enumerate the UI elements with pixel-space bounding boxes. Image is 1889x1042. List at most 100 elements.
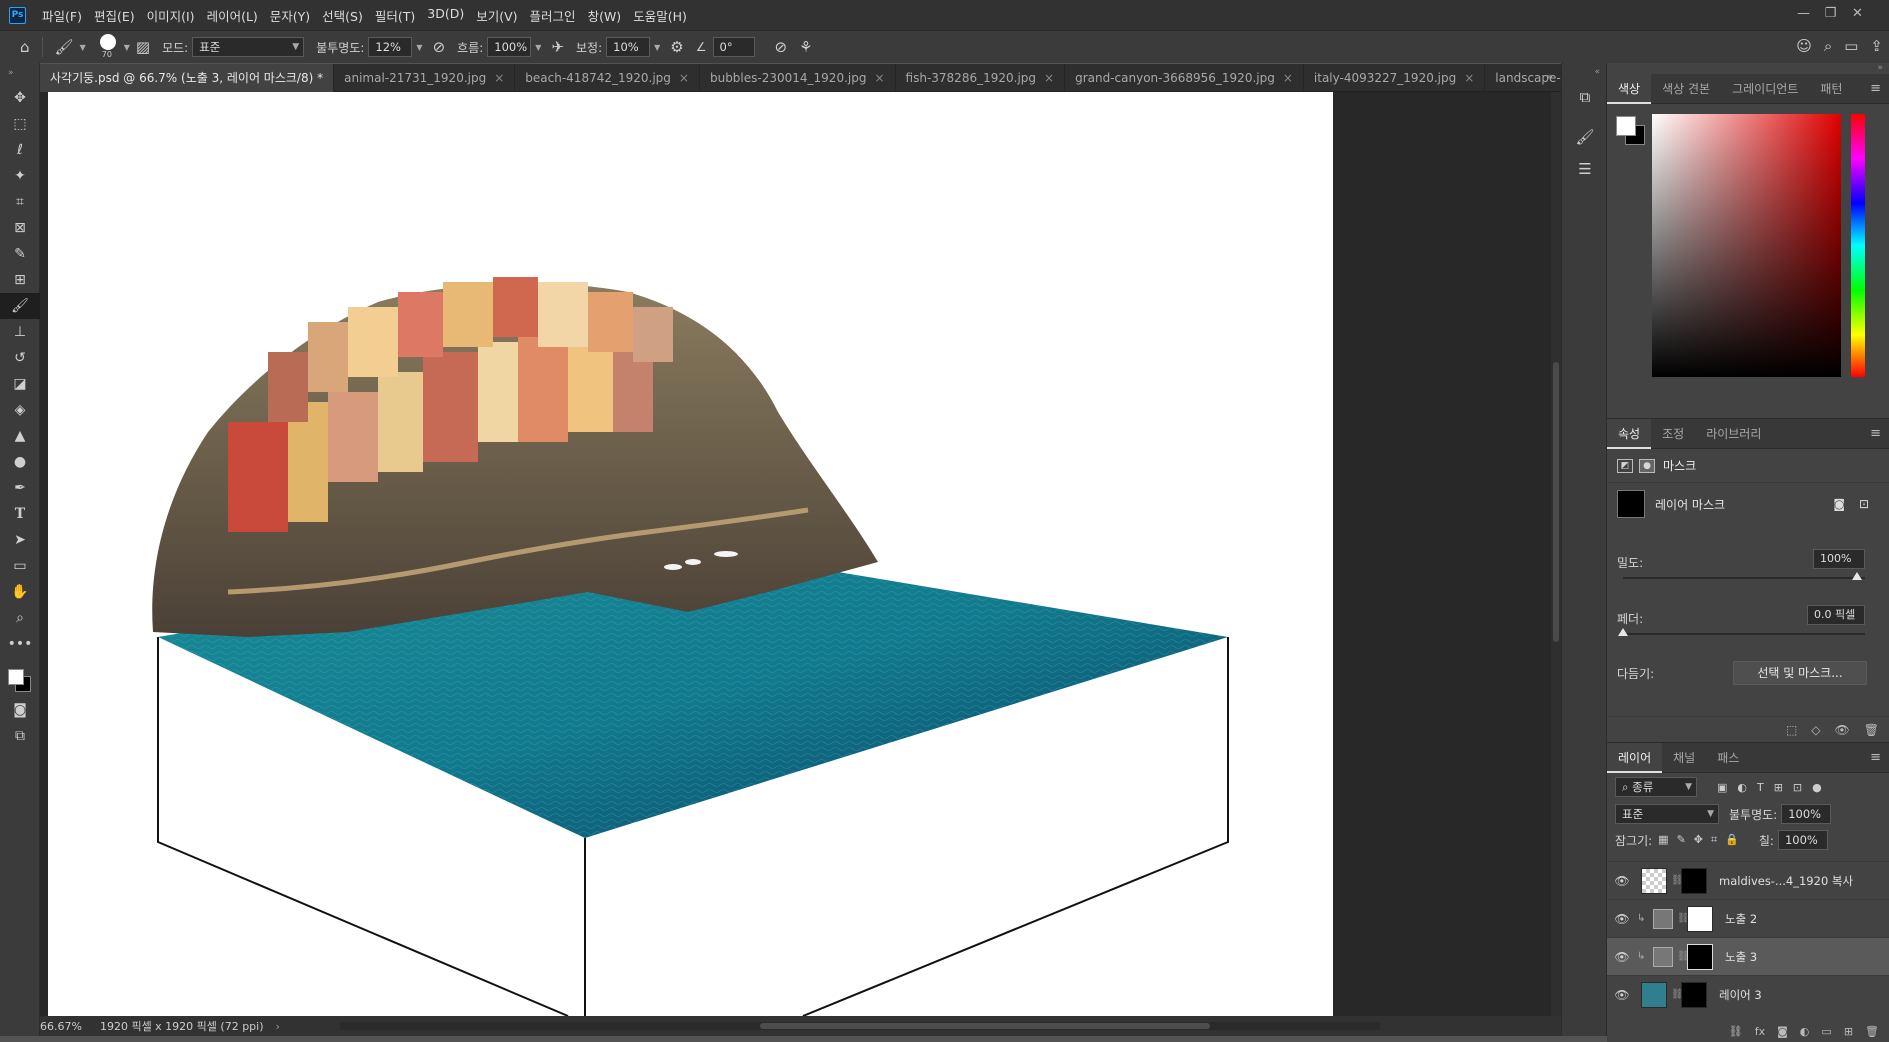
collapse-icon[interactable]: »	[1607, 63, 1889, 74]
layer-row[interactable]: 👁 ↳ ⛓ 노출 3	[1607, 937, 1889, 975]
angle-input[interactable]: 0°	[712, 37, 755, 57]
more-tools-icon[interactable]: •••	[0, 631, 40, 657]
chevron-down-icon[interactable]: ▼	[80, 43, 86, 52]
screen-mode-icon[interactable]: ⧉	[0, 723, 40, 749]
smoothing-input[interactable]: 10%	[606, 37, 651, 57]
menu-image[interactable]: 이미지(I)	[141, 6, 201, 25]
visibility-icon[interactable]: 👁	[1607, 912, 1637, 926]
tab-adjustments[interactable]: 조정	[1651, 419, 1695, 449]
type-tool-icon[interactable]: T	[0, 501, 40, 527]
search-icon[interactable]: ⌕	[1818, 37, 1838, 55]
link-icon[interactable]: ⛓	[1671, 875, 1684, 886]
eraser-tool-icon[interactable]: ◪	[0, 371, 40, 397]
slider-knob[interactable]	[1618, 628, 1628, 636]
layer-opacity-input[interactable]: 100%	[1781, 804, 1832, 824]
filter-type-icons[interactable]: ▣◐T⊞⊡●	[1717, 781, 1832, 794]
path-selection-tool-icon[interactable]: ➤	[0, 527, 40, 553]
layer-row[interactable]: 👁 ↳ ⛓ 노출 2	[1607, 899, 1889, 937]
layer-row[interactable]: 👁 ⛓ 레이어 3	[1607, 975, 1889, 1013]
tab-document-6[interactable]: italy-4093227_1920.jpg ×	[1304, 64, 1486, 92]
apply-mask-icon[interactable]: ◇	[1811, 723, 1820, 737]
quick-mask-icon[interactable]: ◙	[0, 697, 40, 723]
close-icon[interactable]: ×	[494, 71, 504, 85]
canvas-area[interactable]	[40, 92, 1552, 1016]
mask-thumbnail[interactable]	[1681, 867, 1707, 894]
menu-type[interactable]: 문자(Y)	[264, 6, 316, 25]
zoom-tool-icon[interactable]: ⌕	[0, 605, 40, 631]
select-and-mask-button[interactable]: 선택 및 마스크...	[1733, 661, 1867, 685]
tab-color[interactable]: 색상	[1607, 73, 1652, 104]
link-icon[interactable]: ⛓	[1677, 951, 1690, 962]
chevron-down-icon[interactable]: ▼	[654, 43, 660, 52]
layer-mask-icon[interactable]: ●	[1639, 458, 1655, 473]
mask-thumbnail[interactable]	[1687, 905, 1713, 932]
brush-settings-panel-icon[interactable]: 🖌	[1562, 121, 1608, 153]
foreground-color-swatch[interactable]	[8, 669, 24, 685]
tab-patterns[interactable]: 패턴	[1809, 74, 1853, 104]
density-slider[interactable]	[1623, 572, 1865, 580]
brush-tool-icon[interactable]: 🖌	[49, 38, 80, 56]
menu-filter[interactable]: 필터(T)	[369, 6, 421, 25]
brush-preset-picker[interactable]: 70	[94, 32, 124, 62]
brush-settings-icon[interactable]: ▨	[130, 38, 156, 56]
maximize-button[interactable]: ❐	[1817, 3, 1844, 25]
hand-tool-icon[interactable]: ✋	[0, 579, 40, 605]
tab-document-1[interactable]: animal-21731_1920.jpg ×	[334, 64, 516, 92]
magic-wand-tool-icon[interactable]: ✦	[0, 163, 40, 189]
mask-thumbnail[interactable]	[1687, 943, 1713, 970]
tab-layers[interactable]: 레이어	[1607, 742, 1663, 773]
slider-knob[interactable]	[1852, 572, 1862, 580]
home-icon[interactable]: ⌂	[14, 38, 36, 56]
close-icon[interactable]: ×	[679, 71, 689, 85]
eyedropper-tool-icon[interactable]: ✎	[0, 241, 40, 267]
tab-paths[interactable]: 패스	[1706, 743, 1750, 773]
visibility-icon[interactable]: 👁	[1607, 874, 1637, 888]
mask-thumbnail[interactable]	[1681, 981, 1707, 1008]
tab-properties[interactable]: 속성	[1607, 418, 1652, 449]
mask-select-icon[interactable]: ◙	[1833, 497, 1845, 511]
menu-view[interactable]: 보기(V)	[470, 6, 523, 25]
close-button[interactable]: ✕	[1844, 3, 1871, 25]
history-panel-icon[interactable]: ⧉	[1562, 81, 1608, 113]
tab-gradients[interactable]: 그레이디언트	[1721, 74, 1809, 104]
tab-document-2[interactable]: beach-418742_1920.jpg ×	[515, 64, 700, 92]
hue-slider[interactable]	[1851, 114, 1865, 377]
tab-channels[interactable]: 채널	[1662, 743, 1706, 773]
symmetry-icon[interactable]: ⚘	[793, 38, 818, 56]
tabs-overflow-icon[interactable]: »	[1546, 70, 1553, 83]
collapse-icon[interactable]: «	[1562, 63, 1606, 81]
menu-layer[interactable]: 레이어(L)	[201, 6, 264, 25]
tab-swatches[interactable]: 색상 견본	[1651, 74, 1721, 104]
layer-filter-select[interactable]: ⌕ 종류 ▼	[1615, 777, 1697, 797]
menu-window[interactable]: 창(W)	[582, 6, 628, 25]
feather-input[interactable]: 0.0 픽셀	[1807, 605, 1865, 625]
visibility-icon[interactable]: 👁	[1835, 723, 1850, 737]
opacity-input[interactable]: 12%	[368, 37, 413, 57]
fg-bg-swatches[interactable]	[1616, 116, 1646, 146]
foreground-color-swatch[interactable]	[1616, 116, 1636, 136]
gear-icon[interactable]: ⚙	[664, 38, 689, 56]
close-icon[interactable]: ×	[1283, 71, 1293, 85]
zoom-level[interactable]: 66.67%	[40, 1020, 82, 1033]
panel-menu-icon[interactable]: ≡	[1870, 750, 1881, 765]
saturation-value-picker[interactable]	[1652, 114, 1841, 377]
flow-input[interactable]: 100%	[487, 37, 532, 57]
expand-toolbox-icon[interactable]: »	[0, 63, 39, 85]
vertical-scrollbar[interactable]	[1551, 92, 1561, 1016]
menu-plugins[interactable]: 플러그인	[524, 6, 582, 25]
vertical-scroll-thumb[interactable]	[1553, 362, 1559, 642]
pen-tool-icon[interactable]: ✒	[0, 475, 40, 501]
paint-bucket-tool-icon[interactable]: ◈	[0, 397, 40, 423]
menu-help[interactable]: 도움말(H)	[627, 6, 693, 25]
frame-tool-icon[interactable]: ⊠	[0, 215, 40, 241]
close-icon[interactable]: ×	[874, 71, 884, 85]
crop-tool-icon[interactable]: ⌗	[0, 189, 40, 215]
history-brush-tool-icon[interactable]: ↺	[0, 345, 40, 371]
document-canvas[interactable]	[48, 92, 1333, 1016]
chevron-down-icon[interactable]: ▼	[535, 43, 541, 52]
close-icon[interactable]: ×	[1044, 71, 1054, 85]
blend-mode-select[interactable]: 표준 ▼	[1615, 804, 1719, 824]
menu-file[interactable]: 파일(F)	[36, 6, 88, 25]
panel-menu-icon[interactable]: ≡	[1870, 81, 1881, 96]
tab-document-4[interactable]: fish-378286_1920.jpg ×	[896, 64, 1066, 92]
